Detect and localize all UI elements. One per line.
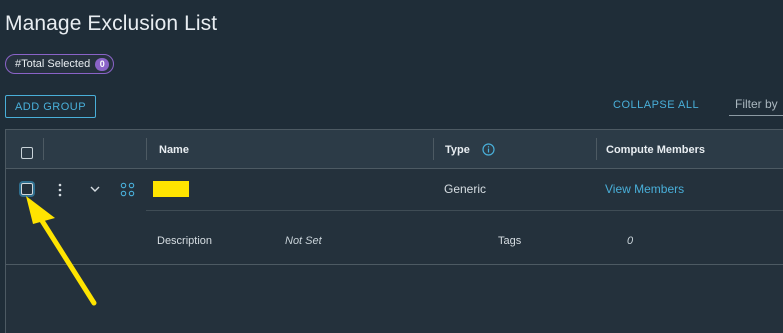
page-title: Manage Exclusion List — [5, 12, 218, 35]
chevron-down-icon[interactable] — [89, 184, 101, 194]
row-detail-panel: Description Not Set Tags 0 — [6, 211, 783, 265]
column-header-name[interactable]: Name — [159, 144, 189, 156]
exclusion-list-grid: Name Type Compute Members Generic View M… — [5, 129, 783, 333]
column-separator — [146, 138, 147, 160]
view-members-link[interactable]: View Members — [605, 182, 684, 196]
group-icon — [120, 182, 135, 197]
filter-placeholder: Filter by — [735, 97, 778, 111]
add-group-button[interactable]: ADD GROUP — [5, 95, 96, 118]
column-separator — [433, 138, 434, 160]
table-row: Generic View Members — [6, 169, 783, 210]
collapse-all-button[interactable]: COLLAPSE ALL — [613, 99, 699, 111]
manage-exclusion-list-page: Manage Exclusion List #Total Selected 0 … — [0, 0, 783, 333]
column-separator — [596, 138, 597, 160]
tags-label: Tags — [498, 235, 522, 247]
row-type: Generic — [444, 182, 487, 196]
column-header-compute-members[interactable]: Compute Members — [606, 144, 705, 156]
row-select-checkbox[interactable] — [21, 183, 33, 195]
total-selected-label: #Total Selected — [15, 58, 91, 70]
select-all-checkbox[interactable] — [21, 147, 33, 159]
yellow-arrow-annotation — [26, 196, 97, 306]
total-selected-pill[interactable]: #Total Selected 0 — [5, 54, 115, 74]
column-separator — [43, 138, 44, 160]
description-label: Description — [157, 235, 213, 247]
info-icon[interactable] — [482, 143, 495, 156]
tags-value: 0 — [627, 235, 634, 247]
grid-header: Name Type Compute Members — [6, 130, 783, 169]
filter-input[interactable]: Filter by — [729, 94, 783, 116]
description-value: Not Set — [285, 235, 322, 247]
column-header-type[interactable]: Type — [445, 144, 470, 156]
total-selected-count: 0 — [95, 57, 110, 71]
redacted-group-name[interactable] — [153, 181, 189, 197]
